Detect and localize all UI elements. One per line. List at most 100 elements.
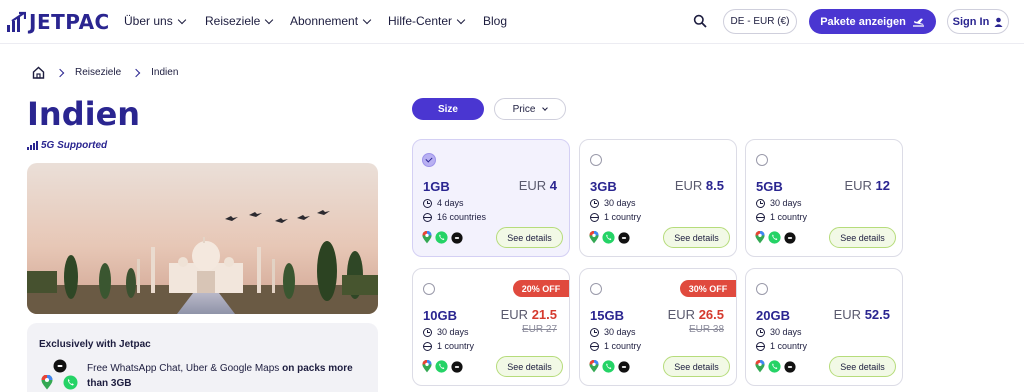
network-badge: 5G Supported <box>27 140 107 151</box>
included-apps <box>755 231 796 244</box>
destination-hero-image <box>27 163 378 314</box>
coverage-row: 1 country <box>590 212 641 222</box>
exclusive-text: Free WhatsApp Chat, Uber & Google Maps o… <box>87 361 357 391</box>
chevron-down-icon <box>177 15 186 24</box>
see-details-button[interactable]: See details <box>496 227 563 248</box>
duration-row: 30 days <box>590 198 636 208</box>
old-price: EUR 38 <box>688 324 724 335</box>
package-card[interactable]: 20% OFF 10GB EUR 21.5 EUR 27 30 days 1 countr… <box>412 268 570 386</box>
nav-item-abonnement[interactable]: Abonnement <box>290 14 372 28</box>
coverage-text: 1 country <box>770 212 808 222</box>
included-apps <box>589 360 630 373</box>
uber-icon <box>784 231 796 244</box>
discount-badge: 20% OFF <box>513 280 569 297</box>
nav-label: Hilfe-Center <box>388 14 453 28</box>
duration-text: 30 days <box>604 327 636 337</box>
globe-icon <box>423 341 432 351</box>
coverage-row: 16 countries <box>423 212 486 222</box>
bars-logo-icon <box>7 11 26 32</box>
select-radio[interactable] <box>423 283 435 295</box>
price-value: 4 <box>549 178 557 193</box>
breadcrumb: Reiseziele Indien <box>32 66 178 79</box>
package-card[interactable]: 30% OFF 15GB EUR 26.5 EUR 38 30 days 1 countr… <box>579 268 737 386</box>
google-maps-icon <box>755 360 765 373</box>
nav-item-reiseziele[interactable]: Reiseziele <box>205 14 274 28</box>
page-title: Indien <box>27 95 141 133</box>
filter-price-button[interactable]: Price <box>494 98 566 120</box>
sign-in-button[interactable]: Sign In <box>947 9 1009 34</box>
package-price: EUR 8.5 <box>675 178 724 193</box>
whatsapp-icon <box>602 360 615 373</box>
google-maps-icon <box>589 231 599 244</box>
nav-item-blog[interactable]: Blog <box>483 14 507 28</box>
nav-label: Reiseziele <box>205 14 261 28</box>
package-price: EUR 52.5 <box>834 307 890 322</box>
select-radio[interactable] <box>590 283 602 295</box>
duration-text: 30 days <box>770 198 802 208</box>
breadcrumb-reiseziele[interactable]: Reiseziele <box>75 67 121 78</box>
currency-selector[interactable]: DE - EUR (€) <box>723 9 797 34</box>
duration-row: 30 days <box>756 198 802 208</box>
select-radio[interactable] <box>422 153 436 167</box>
google-maps-icon <box>589 360 599 373</box>
exclusive-text-plain: Free WhatsApp Chat, Uber & Google Maps <box>87 363 283 374</box>
top-navbar: JETPAC Über uns Reiseziele Abonnement Hi… <box>0 0 1024 44</box>
coverage-text: 1 country <box>604 341 642 351</box>
old-price: EUR 27 <box>521 324 557 335</box>
select-radio[interactable] <box>756 283 768 295</box>
chevron-right-icon <box>131 68 141 77</box>
uber-icon <box>618 360 630 373</box>
packages-button-label: Pakete anzeigen <box>820 15 906 28</box>
package-data-size: 3GB <box>590 179 617 194</box>
included-apps <box>422 231 463 244</box>
price-value: 52.5 <box>864 307 890 322</box>
plane-icon <box>912 18 924 27</box>
uber-icon <box>451 231 463 244</box>
jetpac-logo[interactable]: JETPAC <box>6 10 110 34</box>
uber-icon <box>451 360 463 373</box>
nav-label: Blog <box>483 14 508 28</box>
uber-icon <box>53 359 67 373</box>
google-maps-icon <box>755 231 765 244</box>
price-value: 8.5 <box>705 178 724 193</box>
package-price: EUR 21.5 <box>501 307 557 322</box>
filter-size-button[interactable]: Size <box>412 98 484 120</box>
nav-item-hilfe-center[interactable]: Hilfe-Center <box>388 14 466 28</box>
duration-row: 30 days <box>756 327 802 337</box>
chevron-down-icon <box>265 15 274 24</box>
see-details-button[interactable]: See details <box>663 227 730 248</box>
see-details-button[interactable]: See details <box>829 356 896 377</box>
package-card[interactable]: 20GB EUR 52.5 30 days 1 country See details <box>745 268 903 386</box>
duration-row: 4 days <box>423 198 464 208</box>
select-radio[interactable] <box>756 154 768 166</box>
coverage-row: 1 country <box>756 212 807 222</box>
exclusive-offer-panel: Exclusively with Jetpac Free WhatsApp Ch… <box>27 323 378 392</box>
package-price: EUR 26.5 <box>668 307 724 322</box>
see-details-button[interactable]: See details <box>829 227 896 248</box>
clock-icon <box>590 198 599 208</box>
exclusive-title: Exclusively with Jetpac <box>39 339 151 350</box>
home-icon[interactable] <box>32 66 45 79</box>
see-details-button[interactable]: See details <box>496 356 563 377</box>
breadcrumb-indien: Indien <box>151 67 179 78</box>
coverage-text: 1 country <box>604 212 642 222</box>
coverage-text: 1 country <box>770 341 808 351</box>
clock-icon <box>756 198 765 208</box>
price-value: 26.5 <box>698 307 724 322</box>
whatsapp-icon <box>768 360 781 373</box>
search-icon[interactable] <box>693 14 707 28</box>
package-card[interactable]: 5GB EUR 12 30 days 1 country See details <box>745 139 903 257</box>
select-radio[interactable] <box>590 154 602 166</box>
see-details-button[interactable]: See details <box>663 356 730 377</box>
coverage-row: 1 country <box>756 341 807 351</box>
package-card[interactable]: 3GB EUR 8.5 30 days 1 country See details <box>579 139 737 257</box>
duration-text: 30 days <box>437 327 469 337</box>
whatsapp-icon <box>435 360 448 373</box>
show-packages-button[interactable]: Pakete anzeigen <box>809 9 936 34</box>
price-value: 21.5 <box>531 307 557 322</box>
package-card[interactable]: 1GB EUR 4 4 days 16 countries See details <box>412 139 570 257</box>
nav-item-ueber-uns[interactable]: Über uns <box>124 14 186 28</box>
google-maps-icon <box>422 360 432 373</box>
duration-text: 30 days <box>604 198 636 208</box>
globe-icon <box>423 212 432 222</box>
